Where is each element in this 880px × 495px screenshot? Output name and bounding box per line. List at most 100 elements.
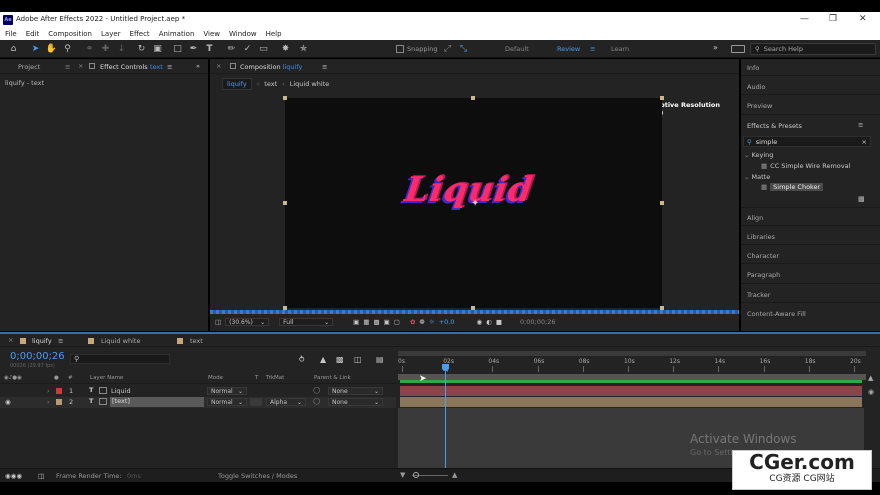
video-visibility-icon[interactable]: ◉ (5, 398, 11, 406)
timeline-menu-icon[interactable]: ≡ (58, 337, 63, 345)
tab-effect-controls[interactable]: Effect Controls (100, 63, 148, 71)
anchor-point-icon[interactable]: ✦ (471, 198, 479, 209)
pen-tool-icon[interactable]: ✒ (188, 43, 199, 54)
new-preset-icon[interactable]: ▩ (858, 195, 865, 203)
transform-handle[interactable] (283, 201, 287, 205)
shy-layers-icon[interactable]: ▩ (336, 355, 344, 364)
magnification-dropdown[interactable]: (30.6%) ⌄ (225, 318, 270, 326)
tracker-panel-header[interactable]: Tracker (747, 291, 770, 299)
minimize-icon[interactable]: — (800, 14, 809, 24)
color-management-icon[interactable]: ❁ (419, 318, 424, 326)
exposure-icon[interactable]: ☼ (429, 318, 435, 326)
region-of-interest-icon[interactable]: ▣ (353, 318, 359, 326)
layer-bar-liquid[interactable] (400, 386, 862, 396)
close-tab-icon[interactable]: × (78, 62, 83, 70)
menu-composition[interactable]: Composition (48, 30, 92, 38)
tree-group-keying[interactable]: ⌄ Keying (744, 151, 773, 159)
menu-window[interactable]: Window (229, 30, 257, 38)
panel-menu-icon[interactable]: ≡ (167, 63, 172, 71)
menu-help[interactable]: Help (266, 30, 282, 38)
info-panel-header[interactable]: Info (747, 64, 759, 72)
expand-panel-icon[interactable]: » (196, 62, 200, 70)
layer-search-input[interactable]: ⚲ (70, 354, 170, 364)
paragraph-panel-header[interactable]: Paragraph (747, 271, 780, 279)
menu-file[interactable]: File (5, 30, 17, 38)
transform-handle[interactable] (660, 201, 664, 205)
draft-3d-icon[interactable]: ▲ (320, 355, 326, 364)
effect-item-cc-simple-wire-removal[interactable]: ▦ CC Simple Wire Removal (761, 162, 850, 170)
blend-mode-dropdown[interactable]: Normal ⌄ (207, 398, 247, 406)
motion-blur-icon[interactable]: ▤ (376, 355, 384, 364)
effects-search-input[interactable]: ⚲ simple × (743, 136, 871, 147)
roto-brush-tool-icon[interactable]: ✸ (280, 43, 291, 54)
libraries-panel-header[interactable]: Libraries (747, 233, 775, 241)
close-icon[interactable]: ✕ (859, 14, 867, 24)
transform-handle[interactable] (471, 96, 475, 100)
time-ruler[interactable]: 0s 02s 04s 06s 08s 10s 12s 14s 16s 18s 20s (398, 351, 866, 373)
composition-viewer[interactable]: Liquid ✦ (283, 96, 664, 310)
safe-zones-icon[interactable]: ▣ (384, 318, 390, 326)
layer-label-color[interactable] (56, 399, 62, 405)
color-channels-icon[interactable]: ✿ (410, 318, 415, 326)
character-panel-header[interactable]: Character (747, 252, 779, 260)
playhead[interactable] (441, 364, 449, 468)
graph-editor-icon[interactable]: ◉ (868, 388, 874, 396)
timeline-timecode[interactable]: 0;00;00;26 (10, 351, 65, 362)
clear-search-icon[interactable]: × (862, 138, 867, 146)
render-settings-icon[interactable]: ◉◉◉ (5, 472, 22, 480)
zoom-slider-thumb[interactable] (413, 472, 419, 478)
effects-menu-icon[interactable]: ≡ (858, 121, 863, 129)
workspace-default[interactable]: Default (505, 45, 529, 53)
preview-panel-header[interactable]: Preview (747, 102, 772, 110)
hand-tool-icon[interactable]: ✋ (46, 43, 57, 54)
lock-icon[interactable] (89, 63, 95, 69)
snapping-checkbox[interactable] (396, 45, 404, 53)
pickwhip-icon[interactable]: ◯ (313, 397, 320, 405)
brush-tool-icon[interactable]: ✏ (226, 43, 237, 54)
comp-tab-name[interactable]: liquify (283, 63, 303, 71)
work-area-bar[interactable] (398, 351, 866, 356)
zoom-in-icon[interactable]: ▲ (452, 471, 457, 479)
menu-effect[interactable]: Effect (130, 30, 150, 38)
orbit-tool-icon[interactable]: ⚭ (84, 43, 95, 54)
rectangle-tool-icon[interactable]: □ (172, 43, 183, 54)
resolution-dropdown[interactable]: Full ⌄ (279, 318, 334, 326)
render-time-icon[interactable]: ◫ (38, 472, 44, 480)
tree-group-matte[interactable]: ⌄ Matte (744, 173, 770, 181)
parent-dropdown[interactable]: None ⌄ (328, 387, 383, 395)
blend-mode-dropdown[interactable]: Normal ⌄ (207, 387, 247, 395)
layer-bar-text[interactable] (400, 397, 862, 407)
zoom-tool-icon[interactable]: ⚲ (62, 43, 73, 54)
channel-icon[interactable]: ■ (496, 318, 502, 326)
toggle-switches-modes[interactable]: Toggle Switches / Modes (218, 472, 297, 480)
playhead-handle[interactable] (441, 364, 449, 371)
effects-presets-header[interactable]: Effects & Presets (747, 122, 802, 130)
layer-row[interactable]: ◉ › 2 T [text] Normal ⌄ Alpha ⌄ ◯ None ⌄ (0, 397, 396, 408)
rotate-tool-icon[interactable]: ↻ (136, 43, 147, 54)
layer-label-color[interactable] (56, 388, 62, 394)
show-snapshot-icon[interactable]: ◐ (486, 318, 492, 326)
timeline-tab-liquify[interactable]: liquify (32, 337, 52, 345)
close-comp-icon[interactable]: × (216, 62, 221, 70)
move-tool-icon[interactable]: ✚ (100, 43, 111, 54)
workspace-learn[interactable]: Learn (611, 45, 629, 53)
exposure-value[interactable]: +0.0 (439, 318, 455, 326)
selection-tool-icon[interactable]: ➤ (30, 43, 41, 54)
frame-blending-icon[interactable]: ◫ (354, 355, 362, 364)
layer-row[interactable]: › 1 T Liquid Normal ⌄ ◯ None ⌄ (0, 386, 396, 397)
tab-menu-icon[interactable]: ≡ (65, 63, 70, 71)
search-help-input[interactable]: ⚲ Search Help (750, 43, 876, 55)
expand-arrow-icon[interactable]: › (47, 387, 50, 395)
puppet-tool-icon[interactable]: ✯ (298, 43, 309, 54)
transparency-grid-icon[interactable]: ▦ (363, 318, 369, 326)
dolly-tool-icon[interactable]: ↓ (116, 43, 127, 54)
comp-tab-label[interactable]: Composition (240, 63, 281, 71)
preserve-transparency-toggle[interactable] (250, 398, 262, 406)
view-options-icon[interactable]: ▢ (394, 318, 400, 326)
track-matte-dropdown[interactable]: Alpha ⌄ (266, 398, 306, 406)
menu-layer[interactable]: Layer (101, 30, 121, 38)
align-panel-header[interactable]: Align (747, 214, 763, 222)
tab-project[interactable]: Project (18, 63, 40, 71)
zoom-out-icon[interactable]: ▼ (400, 471, 405, 479)
mask-visibility-icon[interactable]: ▩ (373, 318, 379, 326)
